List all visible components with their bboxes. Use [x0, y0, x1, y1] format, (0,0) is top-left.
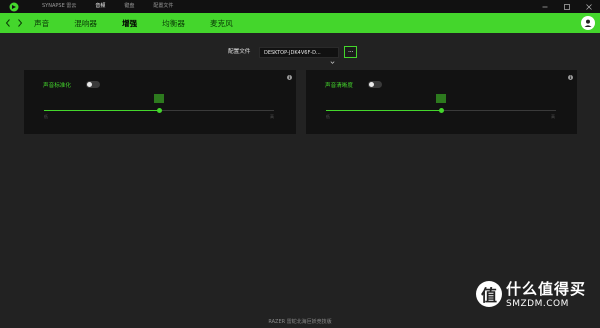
device-footer: RAZER 雷蛇北海巨妖竞技版 [0, 318, 600, 325]
device-name: RAZER 雷蛇北海巨妖竞技版 [268, 319, 332, 325]
top-nav-audio[interactable]: 音频 [95, 0, 105, 13]
sub-tabs: 声音 混响器 增强 均衡器 麦克风 [34, 18, 258, 29]
top-nav-synapse[interactable]: SYNAPSE 雷云 [42, 0, 76, 13]
info-icon[interactable]: i [287, 75, 292, 80]
top-nav-keyboard[interactable]: 键盘 [124, 0, 134, 13]
panel-title: 声音清晰度 [325, 83, 353, 89]
smzdm-watermark: 值 什么值得买 SMZDM.COM [476, 278, 586, 309]
slider-fill [44, 110, 159, 111]
volume-normalization-panel: 声音标准化 i 低 高 [24, 70, 296, 134]
window-controls [534, 0, 600, 13]
info-icon[interactable]: i [568, 75, 573, 80]
back-arrow-icon[interactable] [2, 13, 14, 33]
slider-knob[interactable] [156, 108, 162, 113]
minimize-icon[interactable] [534, 0, 556, 13]
profile-select-value: DESKTOP-JDK4V6F-D... [264, 49, 321, 56]
tab-equalizer[interactable]: 均衡器 [162, 18, 185, 29]
slider-max-label: 高 [551, 114, 555, 119]
synapse-window: SYNAPSE 雷云 音频 键盘 配置文件 声音 混响器 增强 均衡器 麦克风 … [0, 0, 600, 328]
tab-mixer[interactable]: 混响器 [74, 18, 97, 29]
watermark-title: 什么值得买 [506, 280, 587, 298]
forward-arrow-icon[interactable] [14, 13, 26, 33]
slider-knob[interactable] [438, 108, 444, 113]
top-nav-profiles[interactable]: 配置文件 [153, 0, 173, 13]
slider-min-label: 低 [326, 114, 330, 119]
close-icon[interactable] [578, 0, 600, 13]
slider-track[interactable] [44, 108, 274, 113]
slider-fill [326, 110, 441, 111]
tab-microphone[interactable]: 麦克风 [210, 18, 233, 29]
slider-value-box [154, 94, 164, 103]
tab-sound[interactable]: 声音 [34, 18, 49, 29]
slider-value-box [436, 94, 446, 103]
slider-min-label: 低 [44, 114, 48, 119]
tab-enhancement[interactable]: 增强 [122, 18, 137, 29]
profile-select[interactable]: DESKTOP-JDK4V6F-D... [259, 47, 339, 64]
watermark-texts: 什么值得买 SMZDM.COM [506, 278, 586, 309]
volume-normalization-toggle[interactable] [86, 81, 100, 88]
chevron-down-icon [330, 50, 335, 69]
title-bar: SYNAPSE 雷云 音频 键盘 配置文件 [0, 0, 600, 13]
panel-title: 声音标准化 [43, 83, 71, 89]
watermark-logo-char: 值 [480, 285, 497, 305]
slider-track[interactable] [326, 108, 556, 113]
razer-logo-icon[interactable] [0, 0, 28, 13]
user-avatar-icon[interactable] [581, 16, 595, 30]
top-nav: SYNAPSE 雷云 音频 键盘 配置文件 [42, 0, 192, 13]
profile-label: 配置文件 [228, 49, 251, 55]
sound-clarity-panel: 声音清晰度 i 低 高 [306, 70, 577, 134]
sound-clarity-toggle[interactable] [368, 81, 382, 88]
maximize-icon[interactable] [556, 0, 578, 13]
watermark-domain: SMZDM.COM [506, 299, 569, 309]
sub-nav: 声音 混响器 增强 均衡器 麦克风 [0, 13, 600, 33]
slider-max-label: 高 [270, 114, 274, 119]
more-options-button[interactable]: ··· [344, 46, 357, 58]
watermark-logo-icon: 值 [476, 280, 502, 307]
profile-row: 配置文件 DESKTOP-JDK4V6F-D... ··· [0, 46, 600, 64]
